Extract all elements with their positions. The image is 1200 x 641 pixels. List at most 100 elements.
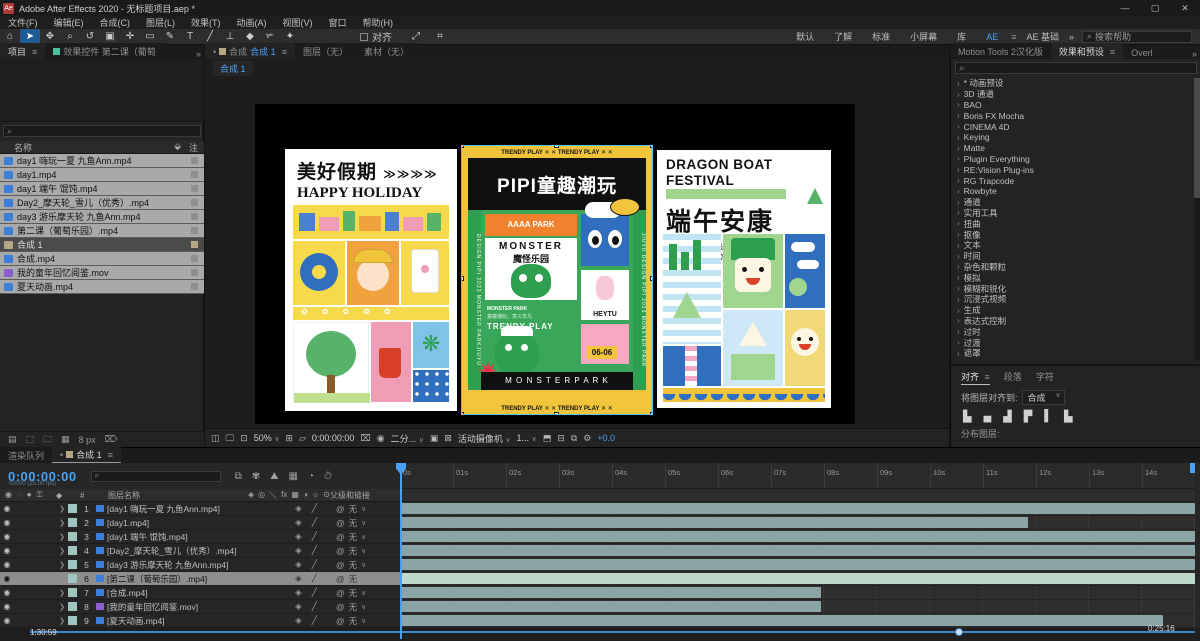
layer-visibility-icon[interactable]: ◉ <box>0 574 14 583</box>
layer-name[interactable]: [day1 端午 馄饨.mp4] <box>107 531 276 543</box>
effects-category-row[interactable]: › 模拟 <box>951 272 1193 283</box>
layer-color-swatch[interactable] <box>68 574 77 583</box>
effects-category-row[interactable]: › * 动画预设 <box>951 78 1193 89</box>
brush-tool-icon[interactable]: ╱ <box>200 29 220 44</box>
layer-row[interactable]: ◉ ❯ 9 [夏天动画.mp4] ◈ ╱ @ 无 ∨ <box>0 614 400 628</box>
draft-3d-icon[interactable]: ✾ <box>252 471 260 482</box>
chevron-right-icon[interactable]: › <box>957 316 960 325</box>
effects-category-row[interactable]: › 抠像 <box>951 229 1193 240</box>
layer-parent-dropdown[interactable]: @ 无 ∨ <box>336 601 400 613</box>
frame-blending-icon[interactable]: ▦ <box>289 471 298 482</box>
workspace-tab[interactable]: 库 <box>947 30 976 43</box>
layer-row[interactable]: ◉ ❯ 2 [day1.mp4] ◈ ╱ @ 无 ∨ <box>0 516 400 530</box>
align-right-icon[interactable]: ▟ <box>1003 410 1011 423</box>
effects-category-row[interactable]: › 3D 通道 <box>951 89 1193 100</box>
show-snapshot-icon[interactable]: 🖵 <box>226 433 235 444</box>
align-top-icon[interactable]: ▛ <box>1024 410 1032 423</box>
region-of-interest-icon[interactable]: ⊞ <box>285 433 293 444</box>
resize-icon[interactable]: ⤢ <box>406 29 426 44</box>
layer-visibility-icon[interactable]: ◉ <box>0 602 14 611</box>
note-column-header[interactable]: 注 <box>189 141 198 154</box>
chevron-right-icon[interactable]: › <box>957 252 960 261</box>
item-checkbox[interactable] <box>191 157 198 164</box>
layer-visibility-icon[interactable]: ◉ <box>0 616 14 625</box>
item-checkbox[interactable] <box>191 241 198 248</box>
project-item-row[interactable]: 我的童年回忆阅鉴.mov <box>0 266 204 280</box>
work-area-end-marker[interactable] <box>1190 463 1195 473</box>
chevron-right-icon[interactable]: › <box>957 198 960 207</box>
chevron-right-icon[interactable]: › <box>957 273 960 282</box>
tab-effect-controls[interactable]: 效果控件 第二课（葡萄 <box>45 43 164 59</box>
layer-name-header[interactable]: 图层名称 <box>94 490 248 501</box>
snap-checkbox[interactable] <box>360 32 368 41</box>
eraser-tool-icon[interactable]: ◆ <box>240 29 260 44</box>
project-item-row[interactable]: 合成 1 <box>0 238 204 252</box>
channel-icon[interactable]: ⊡ <box>240 433 248 444</box>
align-left-icon[interactable]: ▙ <box>963 410 971 423</box>
workspace-tab[interactable]: 标准 <box>862 30 900 43</box>
layer-color-swatch[interactable] <box>68 616 77 625</box>
align-hcenter-icon[interactable]: ▄ <box>983 410 991 423</box>
effects-category-row[interactable]: › 通道 <box>951 197 1193 208</box>
layer-name[interactable]: [第二课（葡萄乐园）.mp4] <box>107 573 276 585</box>
effects-category-row[interactable]: › RG Trapcode <box>951 175 1193 186</box>
layer-visibility-icon[interactable]: ◉ <box>0 532 14 541</box>
chevron-right-icon[interactable]: › <box>957 79 960 88</box>
expand-chevron-icon[interactable]: ❯ <box>56 519 68 527</box>
layer-parent-dropdown[interactable]: @ 无 ∨ <box>336 587 400 599</box>
expand-chevron-icon[interactable]: ❯ <box>56 547 68 555</box>
type-tool-icon[interactable]: T <box>180 29 200 44</box>
item-checkbox[interactable] <box>191 213 198 220</box>
layer-switches[interactable]: ◈ ╱ <box>276 545 336 556</box>
selection-handle[interactable] <box>462 146 464 148</box>
comp-mini-flowchart-icon[interactable]: ⧉ <box>235 471 242 482</box>
layer-color-swatch[interactable] <box>68 504 77 513</box>
layer-parent-dropdown[interactable]: @ 无 ∨ <box>336 503 400 515</box>
effects-category-row[interactable]: › 表达式控制 <box>951 316 1193 327</box>
selection-tool-icon[interactable]: ➤ <box>20 29 40 44</box>
layer-duration-bar[interactable] <box>400 531 1195 542</box>
magnification-dropdown[interactable]: 50% ∨ <box>254 433 280 443</box>
chevron-right-icon[interactable]: › <box>957 241 960 250</box>
home-icon[interactable]: ⌂ <box>0 29 20 44</box>
effects-category-row[interactable]: › Keying <box>951 132 1193 143</box>
graph-editor-icon[interactable]: ⏱ <box>324 471 332 482</box>
menu-item[interactable]: 帮助(H) <box>355 16 402 29</box>
align-to-dropdown[interactable]: 合成 <box>1021 390 1065 405</box>
poster-pipi-trendy-play[interactable]: TRENDY PLAY ✕ ✕ TRENDY PLAY ✕ ✕ PIPI童趣潮玩… <box>461 145 653 415</box>
effects-category-row[interactable]: › 时间 <box>951 251 1193 262</box>
tab-overlay[interactable]: Overl <box>1123 46 1161 59</box>
item-checkbox[interactable] <box>191 227 198 234</box>
chevron-right-icon[interactable]: › <box>957 176 960 185</box>
chevron-right-icon[interactable]: › <box>957 349 960 358</box>
fast-previews-icon[interactable]: ▣ <box>430 433 439 444</box>
item-checkbox[interactable] <box>191 185 198 192</box>
chevron-right-icon[interactable]: › <box>957 111 960 120</box>
motion-blur-icon[interactable]: ◔ <box>308 471 314 482</box>
effects-scrollbar-thumb[interactable] <box>1194 78 1200 198</box>
project-item-row[interactable]: day1 端午 馄饨.mp4 <box>0 182 204 196</box>
tab-effects-presets[interactable]: 效果和预设 ≡ <box>1050 43 1124 59</box>
chevron-right-icon[interactable]: › <box>957 90 960 99</box>
tag-column-icon[interactable]: ⬙ <box>174 141 181 154</box>
effects-category-row[interactable]: › BAO <box>951 100 1193 111</box>
layer-parent-dropdown[interactable]: @ 无 ∨ <box>336 517 400 529</box>
timeline-search-input[interactable]: ⌕ <box>90 470 221 482</box>
layer-visibility-icon[interactable]: ◉ <box>0 546 14 555</box>
effects-category-row[interactable]: › Matte <box>951 143 1193 154</box>
project-item-row[interactable]: day1 嗨玩一夏 九鱼Ann.mp4 <box>0 154 204 168</box>
workspace-tab[interactable]: 小屏幕 <box>900 30 947 43</box>
layer-color-swatch[interactable] <box>68 518 77 527</box>
item-checkbox[interactable] <box>191 255 198 262</box>
menu-item[interactable]: 编辑(E) <box>46 16 92 29</box>
layer-name[interactable]: [day1.mp4] <box>107 518 276 528</box>
layer-color-swatch[interactable] <box>68 588 77 597</box>
workspace-tab[interactable]: 了解 <box>824 30 862 43</box>
layer-switches[interactable]: ◈ ╱ <box>276 601 336 612</box>
roto-brush-tool-icon[interactable]: ✃ <box>260 29 280 44</box>
layer-visibility-icon[interactable]: ◉ <box>0 560 14 569</box>
expand-chevron-icon[interactable]: ❯ <box>56 505 68 513</box>
time-ruler[interactable]: 0s 01s 02s 03s 04s 05s 06s 07s 08s 09s 10s 11s 12s 13… <box>400 463 1195 489</box>
layer-duration-bar[interactable] <box>400 573 1195 584</box>
chevron-right-icon[interactable]: › <box>957 262 960 271</box>
